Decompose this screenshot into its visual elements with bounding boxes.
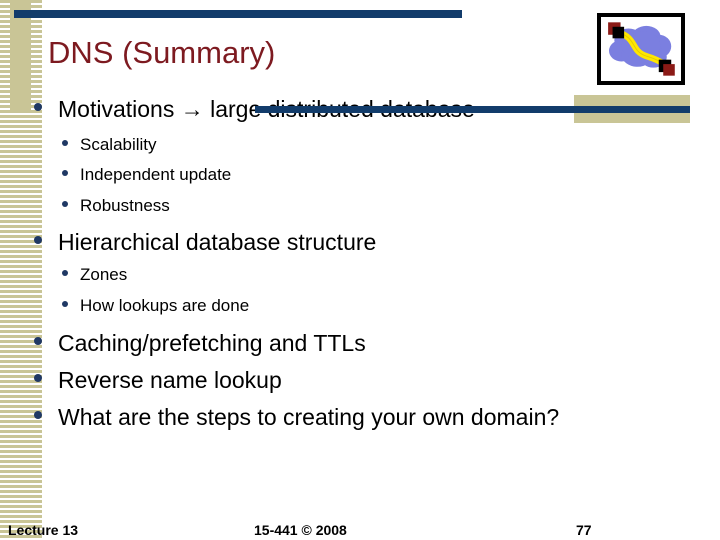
footer-lecture-label: Lecture 13: [8, 522, 79, 538]
bullet-item-creating-own-domain: What are the steps to creating your own …: [34, 404, 559, 431]
bullet-text: Robustness: [80, 196, 170, 215]
slide-body: Motivations → large distributed database…: [0, 0, 720, 540]
bullet-dot-icon: [62, 140, 68, 146]
bullet-text: Hierarchical database structure: [58, 229, 377, 255]
bullet-text: How lookups are done: [80, 296, 250, 315]
bullet-dot-icon: [34, 411, 42, 419]
mid-navy-rule: [255, 106, 690, 113]
footer-course-label: 15-441 © 2008: [254, 522, 347, 538]
bullet-text: Scalability: [80, 135, 157, 154]
bullet-item-robustness: Robustness: [62, 196, 170, 216]
bullet-dot-icon: [62, 301, 68, 307]
bullet-dot-icon: [62, 170, 68, 176]
bullet-dot-icon: [34, 337, 42, 345]
bullet-dot-icon: [62, 270, 68, 276]
bullet-dot-icon: [34, 236, 42, 244]
bullet-item-independent-update: Independent update: [62, 165, 231, 185]
bullet-item-caching-prefetching-ttls: Caching/prefetching and TTLs: [34, 330, 366, 357]
bullet-text: What are the steps to creating your own …: [58, 404, 560, 430]
bullet-dot-icon: [34, 103, 42, 111]
footer-page-number: 77: [576, 522, 592, 538]
bullet-text: Caching/prefetching and TTLs: [58, 330, 366, 356]
bullet-item-how-lookups-are-done: How lookups are done: [62, 296, 249, 316]
bullet-text: Reverse name lookup: [58, 367, 282, 393]
bullet-dot-icon: [34, 374, 42, 382]
bullet-dot-icon: [62, 201, 68, 207]
bullet-text: Zones: [80, 265, 128, 284]
bullet-text: Independent update: [80, 165, 232, 184]
bullet-item-reverse-name-lookup: Reverse name lookup: [34, 367, 282, 394]
bullet-item-zones: Zones: [62, 265, 127, 285]
bullet-item-scalability: Scalability: [62, 135, 157, 155]
bullet-item-hierarchical-db: Hierarchical database structure: [34, 229, 376, 256]
slide-canvas: DNS (Summary) Motivations → large Scalab…: [0, 0, 720, 540]
